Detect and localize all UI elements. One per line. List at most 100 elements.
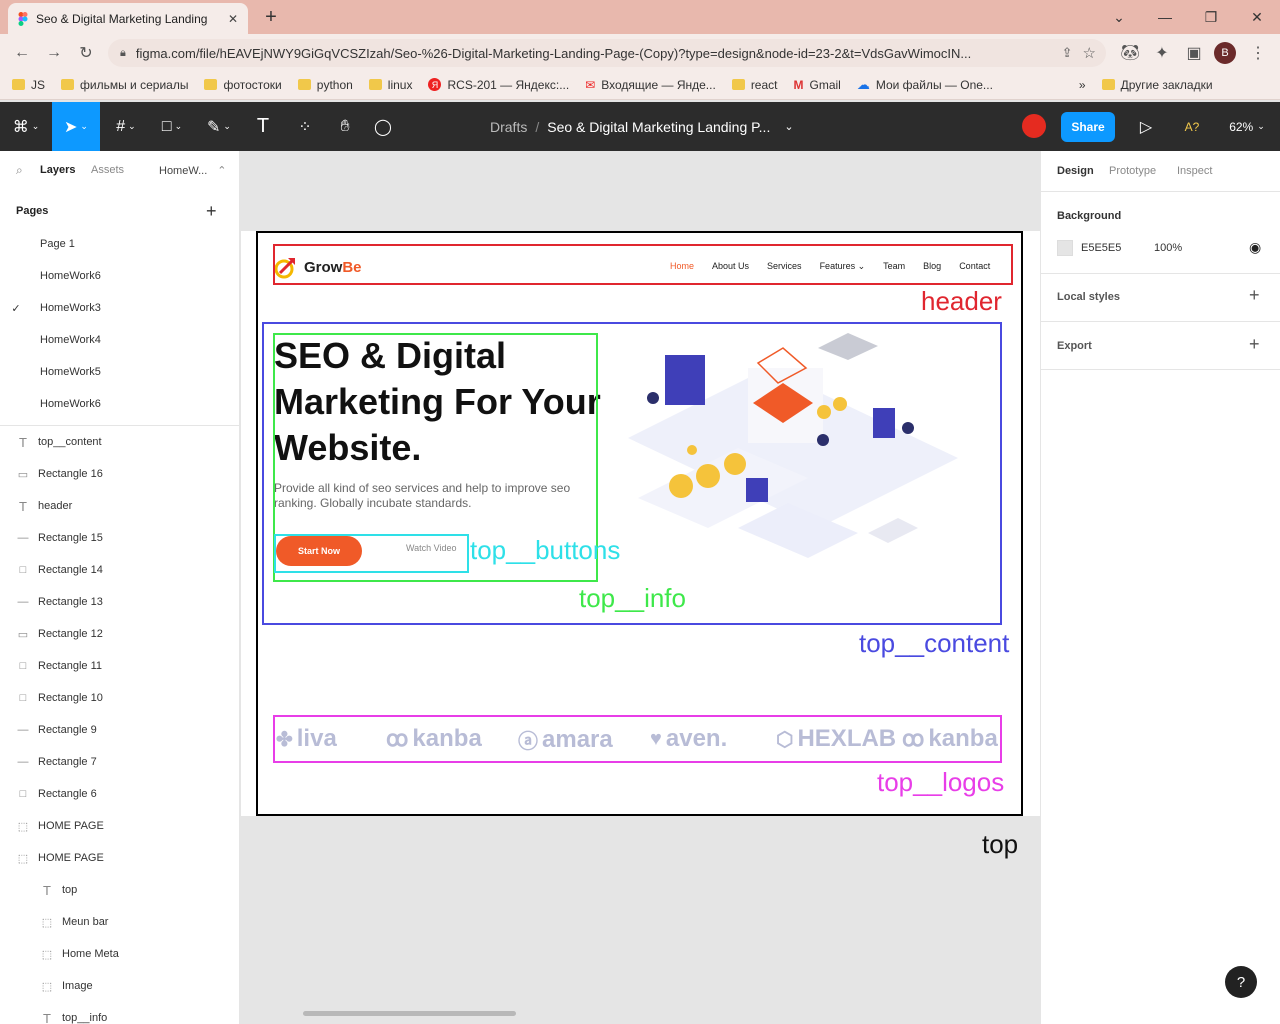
bookmark-item[interactable]: M Gmail (794, 78, 841, 92)
new-tab-icon[interactable]: + (260, 6, 282, 28)
layer-item[interactable]: ⬚ Image (0, 970, 240, 1002)
tab-assets[interactable]: Assets (91, 164, 124, 176)
text-tool-icon[interactable]: T (246, 102, 280, 151)
page-item[interactable]: HomeWork4 (0, 324, 240, 356)
tab-layers[interactable]: Layers (40, 164, 75, 176)
page-item[interactable]: HomeWork5 (0, 356, 240, 388)
bookmark-item[interactable]: python (297, 78, 353, 92)
eye-icon[interactable]: ◉ (1249, 239, 1261, 256)
sidepanel-icon[interactable]: ▣ (1182, 42, 1206, 64)
bookmark-item[interactable]: react (731, 78, 778, 92)
search-icon[interactable]: ⌕ (16, 163, 23, 178)
hand-tool-icon[interactable]: ✋︎ (328, 102, 362, 151)
tab-prototype[interactable]: Prototype (1109, 165, 1156, 177)
layer-item[interactable]: □ Rectangle 11 (0, 650, 240, 682)
layer-item[interactable]: Theader (0, 490, 240, 522)
layer-item[interactable]: □ Rectangle 10 (0, 682, 240, 714)
zoom-dropdown[interactable]: 62% ⌄ (1222, 102, 1272, 151)
page-switcher[interactable]: HomeW... ⌃ (159, 164, 227, 177)
main-menu-icon[interactable]: ⌘︎ ⌄ (6, 102, 46, 151)
bookmark-item[interactable]: фильмы и сериалы (61, 78, 188, 92)
layer-item[interactable]: — Rectangle 15 (0, 522, 240, 554)
bookmark-item[interactable]: ☁ Мои файлы — One... (857, 77, 993, 93)
layer-item[interactable]: Ttop (0, 874, 240, 906)
page-name: HomeWork4 (40, 334, 101, 346)
layer-item[interactable]: ⬚ HOME PAGE (0, 842, 240, 874)
tab-close-icon[interactable]: ✕ (228, 12, 238, 26)
yandex-icon: Я (428, 78, 442, 91)
rectangle-layer-icon: □ (19, 564, 27, 576)
shape-tool-icon[interactable]: □ ⌄ (152, 102, 192, 151)
share-button[interactable]: Share (1061, 112, 1115, 142)
background-hex[interactable]: E5E5E5 (1081, 242, 1121, 254)
layer-item[interactable]: ▭ Rectangle 16 (0, 458, 240, 490)
puzzle-icon[interactable]: ✦ (1150, 42, 1174, 64)
rectangle-layer-icon: ▭ (17, 628, 29, 641)
page-item[interactable]: HomeWork6 (0, 260, 240, 292)
pen-tool-icon[interactable]: ✎ ⌄ (198, 102, 240, 151)
layer-item[interactable]: Ttop__content (0, 426, 240, 458)
layer-item[interactable]: — Rectangle 7 (0, 746, 240, 778)
add-style-icon[interactable]: + (1249, 285, 1260, 306)
layer-name: Rectangle 12 (38, 628, 103, 640)
layer-item[interactable]: — Rectangle 9 (0, 714, 240, 746)
add-page-icon[interactable]: + (206, 201, 217, 222)
move-tool-icon[interactable]: ➤ ⌄ (52, 102, 100, 151)
page-item[interactable]: ✓ HomeWork3 (0, 292, 240, 324)
frame-layer-icon: ⬚ (41, 980, 53, 993)
background-swatch[interactable] (1057, 240, 1073, 256)
tab-design[interactable]: Design (1057, 165, 1094, 177)
layer-item[interactable]: ▭ Rectangle 12 (0, 618, 240, 650)
layer-item[interactable]: — Rectangle 13 (0, 586, 240, 618)
reload-icon[interactable]: ↻ (74, 42, 98, 64)
bookmark-star-icon[interactable]: ☆ (1083, 44, 1096, 62)
back-icon[interactable]: ← (10, 42, 34, 64)
layer-item[interactable]: ⬚ HOME PAGE (0, 810, 240, 842)
extension-icon[interactable]: 🐼︎ (1118, 42, 1142, 64)
bookmark-item[interactable]: linux (368, 78, 412, 92)
tab-search-icon[interactable]: ⌄ (1108, 6, 1130, 28)
chevron-down-icon[interactable]: ⌄ (784, 120, 793, 133)
page-item[interactable]: HomeWork6 (0, 388, 240, 420)
frame-tool-icon[interactable]: # ⌄ (106, 102, 146, 151)
comment-tool-icon[interactable]: ◯ (366, 102, 400, 151)
present-icon[interactable]: ▷ (1132, 102, 1160, 151)
top-annotation: top (982, 829, 1019, 859)
layer-name: Image (62, 980, 93, 992)
restore-icon[interactable]: ❐ (1200, 6, 1222, 28)
bookmark-item[interactable]: фотостоки (204, 78, 282, 92)
resources-icon[interactable]: ⁘ (288, 102, 322, 151)
file-name[interactable]: Seo & Digital Marketing Landing P... (547, 119, 770, 135)
canvas-scrollbar[interactable] (303, 1011, 516, 1016)
top-buttons-outline (274, 534, 469, 573)
layer-item[interactable]: ⬚ Home Meta (0, 938, 240, 970)
accessibility-button[interactable]: A? (1176, 102, 1208, 151)
add-export-icon[interactable]: + (1249, 334, 1260, 355)
window-close-icon[interactable]: ✕ (1246, 6, 1268, 28)
breadcrumb-drafts[interactable]: Drafts (490, 119, 527, 135)
layer-item[interactable]: Ttop__info (0, 1002, 240, 1024)
layer-item[interactable]: ⬚ Meun bar (0, 906, 240, 938)
layer-name: Rectangle 9 (38, 724, 97, 736)
user-avatar[interactable] (1022, 114, 1046, 138)
minimize-icon[interactable]: — (1154, 6, 1176, 28)
layer-item[interactable]: □ Rectangle 6 (0, 778, 240, 810)
bookmark-item[interactable]: ✉ Входящие — Янде... (585, 78, 716, 92)
other-bookmarks[interactable]: Другие закладки (1101, 78, 1213, 92)
more-bookmarks[interactable]: » (1079, 78, 1086, 92)
background-opacity[interactable]: 100% (1154, 242, 1182, 254)
bookmark-item[interactable]: Я RCS-201 — Яндекс:... (428, 78, 569, 92)
browser-tab[interactable]: Seo & Digital Marketing Landing ✕ (8, 3, 248, 34)
menu-kebab-icon[interactable]: ⋮ (1246, 42, 1270, 64)
forward-icon[interactable]: → (42, 42, 66, 64)
layer-name: Rectangle 6 (38, 788, 97, 800)
tab-inspect[interactable]: Inspect (1177, 165, 1212, 177)
profile-avatar[interactable]: B (1214, 42, 1236, 64)
layer-name: Meun bar (62, 916, 109, 928)
page-item[interactable]: Page 1 (0, 228, 240, 260)
layer-item[interactable]: □ Rectangle 14 (0, 554, 240, 586)
address-bar[interactable]: 🔒︎ figma.com/file/hEAVEjNWY9GiGqVCSZIzah… (108, 39, 1106, 67)
help-button[interactable]: ? (1225, 966, 1257, 998)
bookmark-item[interactable]: JS (12, 78, 45, 92)
share-page-icon[interactable]: ⇪ (1062, 45, 1073, 61)
